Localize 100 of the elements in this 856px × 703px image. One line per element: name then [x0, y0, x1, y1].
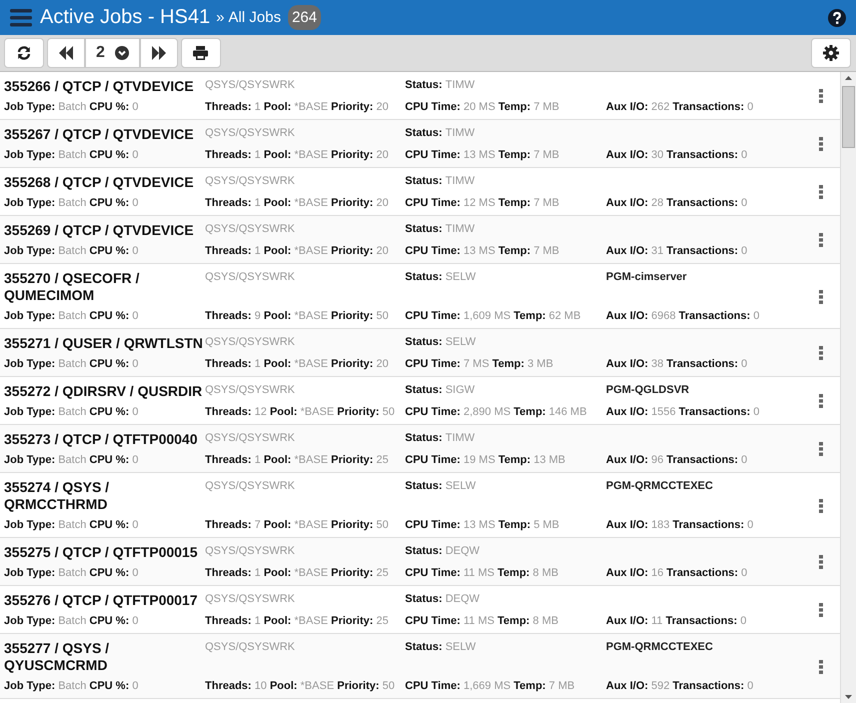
rewind-icon [58, 46, 74, 60]
job-title[interactable]: 355267 / QTCP / QTVDEVICE [4, 126, 205, 143]
stats-text: Threads: 1 Pool: *BASE Priority: 25 [205, 614, 390, 628]
subsystem-text: QSYS/QSYSWRK [205, 592, 296, 607]
stats-text: Job Type: Batch CPU %: 0 [4, 357, 140, 371]
subsystem-text: QSYS/QSYSWRK [205, 431, 296, 446]
stats-text: Aux I/O: 31 Transactions: 0 [606, 244, 748, 258]
breadcrumb-link[interactable]: All Jobs [228, 9, 281, 26]
subsystem-text: QSYS/QSYSWRK [205, 640, 296, 655]
status-field: Status: DEQW [405, 544, 606, 558]
stats-text: CPU Time: 13 MS Temp: 7 MB [405, 244, 560, 258]
stats-text: CPU Time: 13 MS Temp: 7 MB [405, 148, 560, 162]
subsystem-text: QSYS/QSYSWRK [205, 78, 296, 93]
program-name: PGM-cimserver [606, 270, 688, 284]
more-options-icon[interactable] [819, 603, 823, 617]
settings-button[interactable] [811, 38, 851, 68]
stats-text: CPU Time: 11 MS Temp: 8 MB [405, 614, 560, 628]
page-title: Active Jobs - HS41 [40, 6, 210, 29]
previous-page-button[interactable] [47, 38, 85, 68]
stats-text: CPU Time: 1,669 MS Temp: 7 MB [405, 679, 576, 693]
page-dropdown[interactable]: 2 [85, 38, 140, 68]
job-title[interactable]: 355276 / QTCP / QTFTP00017 [4, 592, 205, 609]
fast-forward-icon [150, 46, 167, 60]
stats-text: Job Type: Batch CPU %: 0 [4, 100, 140, 114]
more-options-icon[interactable] [819, 660, 823, 674]
status-field: Status: TIMW [405, 222, 606, 236]
stats-text: Aux I/O: 30 Transactions: 0 [606, 148, 748, 162]
stats-text: Threads: 7 Pool: *BASE Priority: 50 [205, 518, 390, 532]
job-title[interactable]: 355275 / QTCP / QTFTP00015 [4, 544, 205, 561]
print-button[interactable] [180, 38, 221, 68]
job-title[interactable]: 355270 / QSECOFR / QUMECIMOM [4, 270, 205, 304]
stats-text: Job Type: Batch CPU %: 0 [4, 309, 140, 323]
job-title[interactable]: 355269 / QTCP / QTVDEVICE [4, 222, 205, 239]
breadcrumb-separator: » [216, 9, 224, 26]
subsystem-text: QSYS/QSYSWRK [205, 126, 296, 141]
more-options-icon[interactable] [819, 290, 823, 304]
chevron-down-icon [114, 46, 129, 60]
program-name: PGM-QRMCCTEXEC [606, 479, 714, 493]
stats-text: Aux I/O: 262 Transactions: 0 [606, 100, 754, 114]
more-options-icon[interactable] [819, 137, 823, 151]
help-icon[interactable] [828, 8, 846, 26]
stats-text: CPU Time: 20 MS Temp: 7 MB [405, 100, 560, 114]
job-title[interactable]: 355277 / QSYS / QYUSCMCRMD [4, 640, 205, 674]
stats-text: Threads: 1 Pool: *BASE Priority: 20 [205, 148, 390, 162]
subsystem-text: QSYS/QSYSWRK [205, 479, 296, 494]
stats-text: Job Type: Batch CPU %: 0 [4, 196, 140, 210]
subsystem-text: QSYS/QSYSWRK [205, 270, 296, 285]
job-title[interactable]: 355273 / QTCP / QTFTP00040 [4, 431, 205, 448]
stats-text: Threads: 1 Pool: *BASE Priority: 20 [205, 244, 390, 258]
stats-text: Job Type: Batch CPU %: 0 [4, 518, 140, 532]
more-options-icon[interactable] [819, 394, 823, 408]
more-options-icon[interactable] [819, 185, 823, 199]
status-field: Status: TIMW [405, 126, 606, 140]
stats-text: CPU Time: 1,609 MS Temp: 62 MB [405, 309, 582, 323]
status-field: Status: TIMW [405, 78, 606, 92]
subsystem-text: QSYS/QSYSWRK [205, 174, 296, 189]
stats-text: Aux I/O: 38 Transactions: 0 [606, 357, 748, 371]
stats-text: Aux I/O: 28 Transactions: 0 [606, 196, 748, 210]
stats-text: Job Type: Batch CPU %: 0 [4, 679, 140, 693]
status-field: Status: SELW [405, 640, 606, 654]
job-title[interactable]: 355274 / QSYS / QRMCCTHRMD [4, 479, 205, 513]
more-options-icon[interactable] [819, 233, 823, 247]
scrollbar-thumb[interactable] [842, 86, 855, 148]
scroll-up-icon[interactable] [845, 76, 852, 80]
scrollbar[interactable] [840, 72, 856, 703]
menu-icon[interactable] [10, 8, 32, 26]
status-field: Status: SIGW [405, 383, 606, 397]
more-options-icon[interactable] [819, 555, 823, 569]
subsystem-text: QSYS/QSYSWRK [205, 222, 296, 237]
stats-text: Threads: 1 Pool: *BASE Priority: 20 [205, 196, 390, 210]
stats-text: Job Type: Batch CPU %: 0 [4, 453, 140, 467]
subsystem-text: QSYS/QSYSWRK [205, 335, 296, 350]
stats-text: CPU Time: 13 MS Temp: 5 MB [405, 518, 560, 532]
stats-text: Threads: 12 Pool: *BASE Priority: 50 [205, 405, 396, 419]
status-field: Status: TIMW [405, 174, 606, 188]
stats-text: Threads: 10 Pool: *BASE Priority: 50 [205, 679, 396, 693]
job-title[interactable]: 355266 / QTCP / QTVDEVICE [4, 78, 205, 95]
refresh-icon [17, 46, 31, 60]
stats-text: Threads: 1 Pool: *BASE Priority: 25 [205, 566, 390, 580]
job-title[interactable]: 355268 / QTCP / QTVDEVICE [4, 174, 205, 191]
refresh-button[interactable] [4, 38, 44, 68]
stats-text: Job Type: Batch CPU %: 0 [4, 244, 140, 258]
stats-text: CPU Time: 7 MS Temp: 3 MB [405, 357, 554, 371]
stats-text: Aux I/O: 16 Transactions: 0 [606, 566, 748, 580]
more-options-icon[interactable] [819, 89, 823, 103]
job-title[interactable]: 355272 / QDIRSRV / QUSRDIR [4, 383, 205, 400]
more-options-icon[interactable] [819, 498, 823, 512]
more-options-icon[interactable] [819, 442, 823, 456]
scroll-down-icon[interactable] [845, 695, 852, 699]
stats-text: CPU Time: 2,890 MS Temp: 146 MB [405, 405, 588, 419]
status-field: Status: DEQW [405, 592, 606, 606]
next-page-button[interactable] [140, 38, 178, 68]
job-count: 264 [288, 5, 321, 30]
program-name: PGM-QRMCCTEXEC [606, 640, 714, 654]
status-field: Status: SELW [405, 270, 606, 284]
subsystem-text: QSYS/QSYSWRK [205, 383, 296, 398]
job-title[interactable]: 355271 / QUSER / QRWTLSTN [4, 335, 205, 352]
stats-text: Job Type: Batch CPU %: 0 [4, 614, 140, 628]
more-options-icon[interactable] [819, 346, 823, 360]
stats-text: Aux I/O: 96 Transactions: 0 [606, 453, 748, 467]
